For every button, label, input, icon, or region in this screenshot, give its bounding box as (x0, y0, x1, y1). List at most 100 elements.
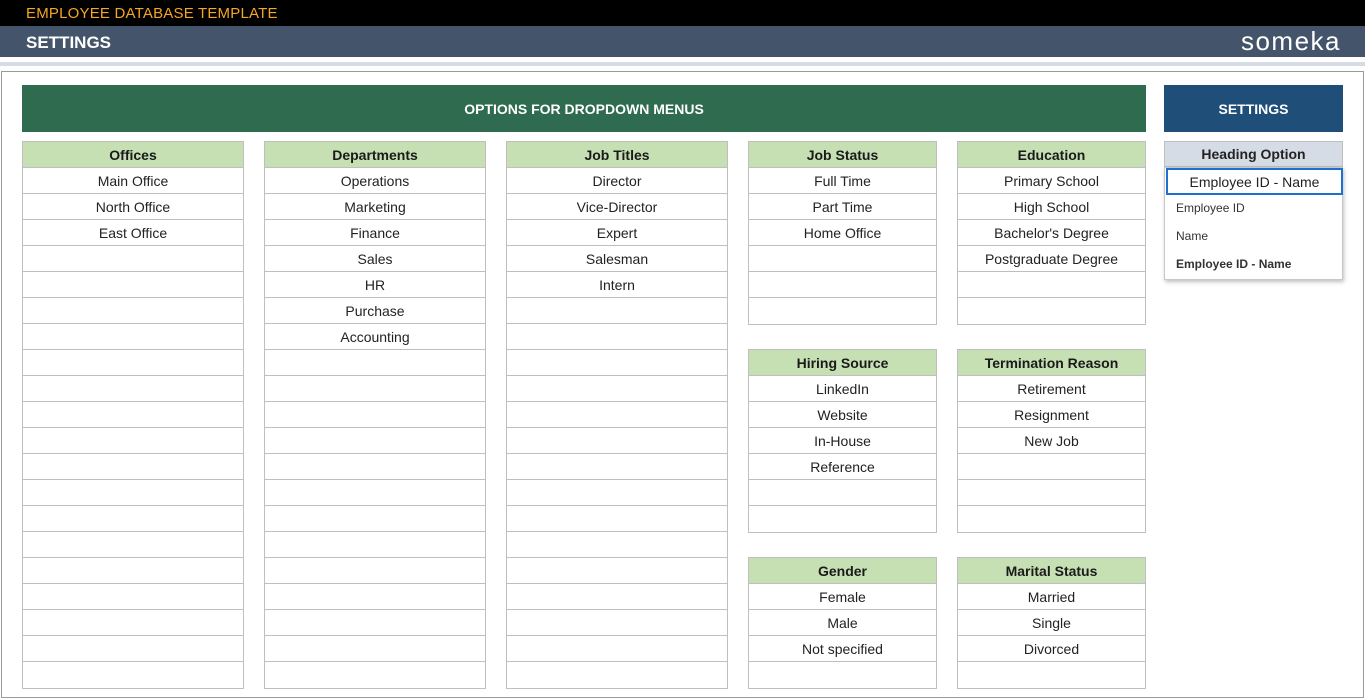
heading-option-dropdown[interactable]: Employee ID - Name Employee ID Name Empl… (1164, 167, 1343, 280)
list-cell[interactable] (265, 532, 485, 558)
list-cell[interactable] (23, 376, 243, 402)
list-cell[interactable] (265, 350, 485, 376)
list-cell[interactable] (958, 454, 1145, 480)
list-cell[interactable] (507, 636, 727, 662)
list-cell[interactable]: North Office (23, 194, 243, 220)
list-cell[interactable] (507, 584, 727, 610)
list-cell[interactable] (23, 350, 243, 376)
list-cell[interactable] (23, 402, 243, 428)
list-cell[interactable] (507, 298, 727, 324)
list-cell[interactable]: Single (958, 610, 1145, 636)
list-cell[interactable] (23, 662, 243, 688)
list-cell[interactable] (23, 298, 243, 324)
list-cell[interactable]: Reference (749, 454, 936, 480)
list-cell[interactable]: Primary School (958, 168, 1145, 194)
list-cell[interactable] (749, 272, 936, 298)
list-cell[interactable] (749, 246, 936, 272)
list-cell[interactable]: Bachelor's Degree (958, 220, 1145, 246)
list-cell[interactable] (23, 610, 243, 636)
list-cell[interactable]: Website (749, 402, 936, 428)
heading-option-panel: Heading Option (1164, 141, 1343, 167)
list-cell[interactable]: Director (507, 168, 727, 194)
list-cell[interactable] (265, 428, 485, 454)
list-cell[interactable] (265, 480, 485, 506)
list-cell[interactable]: In-House (749, 428, 936, 454)
list-cell[interactable] (507, 454, 727, 480)
list-cell[interactable] (507, 428, 727, 454)
list-cell[interactable] (265, 610, 485, 636)
list-cell[interactable]: New Job (958, 428, 1145, 454)
gender-list: Gender Female Male Not specified (748, 557, 937, 689)
list-cell[interactable] (265, 636, 485, 662)
list-cell[interactable] (749, 480, 936, 506)
list-cell[interactable] (507, 324, 727, 350)
list-cell[interactable] (23, 246, 243, 272)
list-cell[interactable] (507, 480, 727, 506)
list-cell[interactable] (507, 610, 727, 636)
list-cell[interactable]: Not specified (749, 636, 936, 662)
list-cell[interactable]: Intern (507, 272, 727, 298)
list-cell[interactable] (958, 480, 1145, 506)
list-cell[interactable]: Sales (265, 246, 485, 272)
list-cell[interactable]: Operations (265, 168, 485, 194)
list-cell[interactable]: Resignment (958, 402, 1145, 428)
list-cell[interactable]: Main Office (23, 168, 243, 194)
list-cell[interactable] (507, 376, 727, 402)
list-cell[interactable]: Postgraduate Degree (958, 246, 1145, 272)
list-cell[interactable]: LinkedIn (749, 376, 936, 402)
list-cell[interactable] (958, 272, 1145, 298)
list-cell[interactable] (265, 376, 485, 402)
list-cell[interactable] (265, 584, 485, 610)
list-cell[interactable]: Vice-Director (507, 194, 727, 220)
list-cell[interactable] (507, 662, 727, 688)
list-cell[interactable]: High School (958, 194, 1145, 220)
list-cell[interactable] (749, 298, 936, 324)
list-cell[interactable]: Married (958, 584, 1145, 610)
list-cell[interactable]: Divorced (958, 636, 1145, 662)
list-cell[interactable]: Retirement (958, 376, 1145, 402)
list-cell[interactable]: HR (265, 272, 485, 298)
list-cell[interactable] (507, 532, 727, 558)
list-cell[interactable] (23, 480, 243, 506)
list-cell[interactable] (507, 558, 727, 584)
list-cell[interactable] (23, 428, 243, 454)
list-cell[interactable] (23, 454, 243, 480)
list-cell[interactable] (265, 558, 485, 584)
list-cell[interactable]: Finance (265, 220, 485, 246)
list-cell[interactable] (23, 636, 243, 662)
list-cell[interactable]: Expert (507, 220, 727, 246)
dropdown-option-employee-id-name[interactable]: Employee ID - Name (1176, 257, 1291, 271)
list-cell[interactable]: Full Time (749, 168, 936, 194)
list-cell[interactable] (958, 298, 1145, 324)
heading-option-select[interactable]: Employee ID - Name (1166, 168, 1343, 195)
list-cell[interactable]: Male (749, 610, 936, 636)
list-cell[interactable] (958, 506, 1145, 532)
list-cell[interactable]: Part Time (749, 194, 936, 220)
list-cell[interactable]: Salesman (507, 246, 727, 272)
list-cell[interactable] (23, 324, 243, 350)
list-cell[interactable] (265, 402, 485, 428)
list-cell[interactable]: Female (749, 584, 936, 610)
list-cell[interactable] (749, 662, 936, 688)
list-cell[interactable] (265, 454, 485, 480)
list-cell[interactable]: East Office (23, 220, 243, 246)
dropdown-option-employee-id[interactable]: Employee ID (1176, 201, 1245, 215)
list-cell[interactable] (507, 402, 727, 428)
list-cell[interactable] (23, 558, 243, 584)
list-cell[interactable]: Purchase (265, 298, 485, 324)
list-cell[interactable] (958, 662, 1145, 688)
list-cell[interactable] (265, 506, 485, 532)
dropdown-option-name[interactable]: Name (1176, 229, 1208, 243)
list-cell[interactable] (507, 350, 727, 376)
list-cell[interactable] (23, 584, 243, 610)
list-cell[interactable] (507, 506, 727, 532)
header-divider (0, 62, 1365, 66)
list-cell[interactable] (749, 506, 936, 532)
list-cell[interactable] (265, 662, 485, 688)
list-cell[interactable] (23, 506, 243, 532)
list-cell[interactable]: Home Office (749, 220, 936, 246)
list-cell[interactable] (23, 532, 243, 558)
list-cell[interactable]: Accounting (265, 324, 485, 350)
list-cell[interactable]: Marketing (265, 194, 485, 220)
list-cell[interactable] (23, 272, 243, 298)
